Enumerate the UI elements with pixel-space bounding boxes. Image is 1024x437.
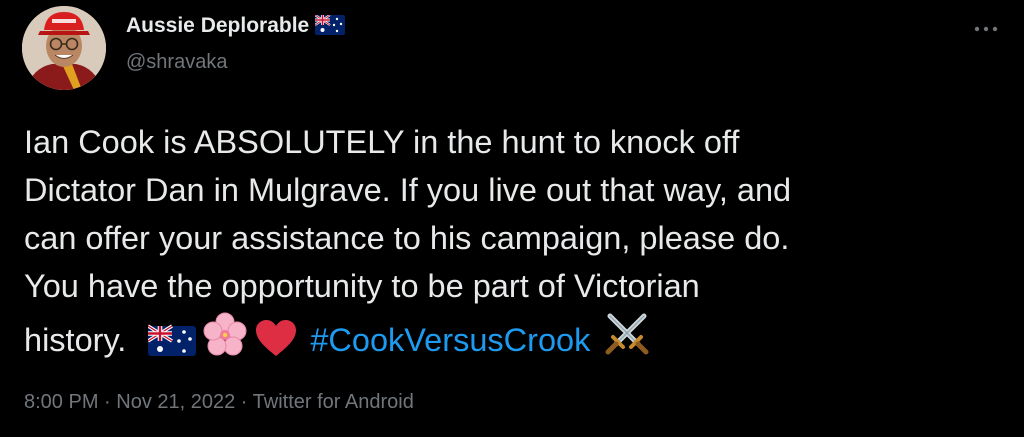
author-name[interactable]: Aussie Deplorable	[126, 14, 346, 41]
crossed-swords-icon	[602, 310, 652, 371]
more-options-icon[interactable]	[966, 14, 1006, 44]
red-heart-icon	[254, 318, 298, 371]
tweet-line: Dictator Dan in Mulgrave. If you live ou…	[24, 172, 792, 208]
australian-flag-icon	[314, 14, 346, 41]
hashtag-link[interactable]: #CookVersusCrook	[310, 322, 590, 358]
tweet-line-last: history. #CookVersusCrook	[24, 310, 1004, 371]
tweet-line: can offer your assistance to his campaig…	[24, 220, 790, 256]
tweet-line: You have the opportunity to be part of V…	[24, 268, 700, 304]
author-handle[interactable]: @shravaka	[126, 51, 227, 74]
tweet-timestamp-source[interactable]: 8:00 PM · Nov 21, 2022 · Twitter for And…	[24, 391, 414, 414]
author-display-name[interactable]: Aussie Deplorable	[126, 14, 309, 37]
tweet-text: Ian Cook is ABSOLUTELY in the hunt to kn…	[24, 118, 1004, 371]
tweet-line: history.	[24, 322, 127, 358]
tweet-card: Aussie Deplorable @shravaka Ian Cook is …	[0, 0, 1024, 437]
cherry-blossom-icon	[202, 312, 248, 371]
tweet-line: Ian Cook is ABSOLUTELY in the hunt to kn…	[24, 124, 740, 160]
australian-flag-icon	[147, 323, 197, 371]
avatar[interactable]	[22, 6, 106, 90]
